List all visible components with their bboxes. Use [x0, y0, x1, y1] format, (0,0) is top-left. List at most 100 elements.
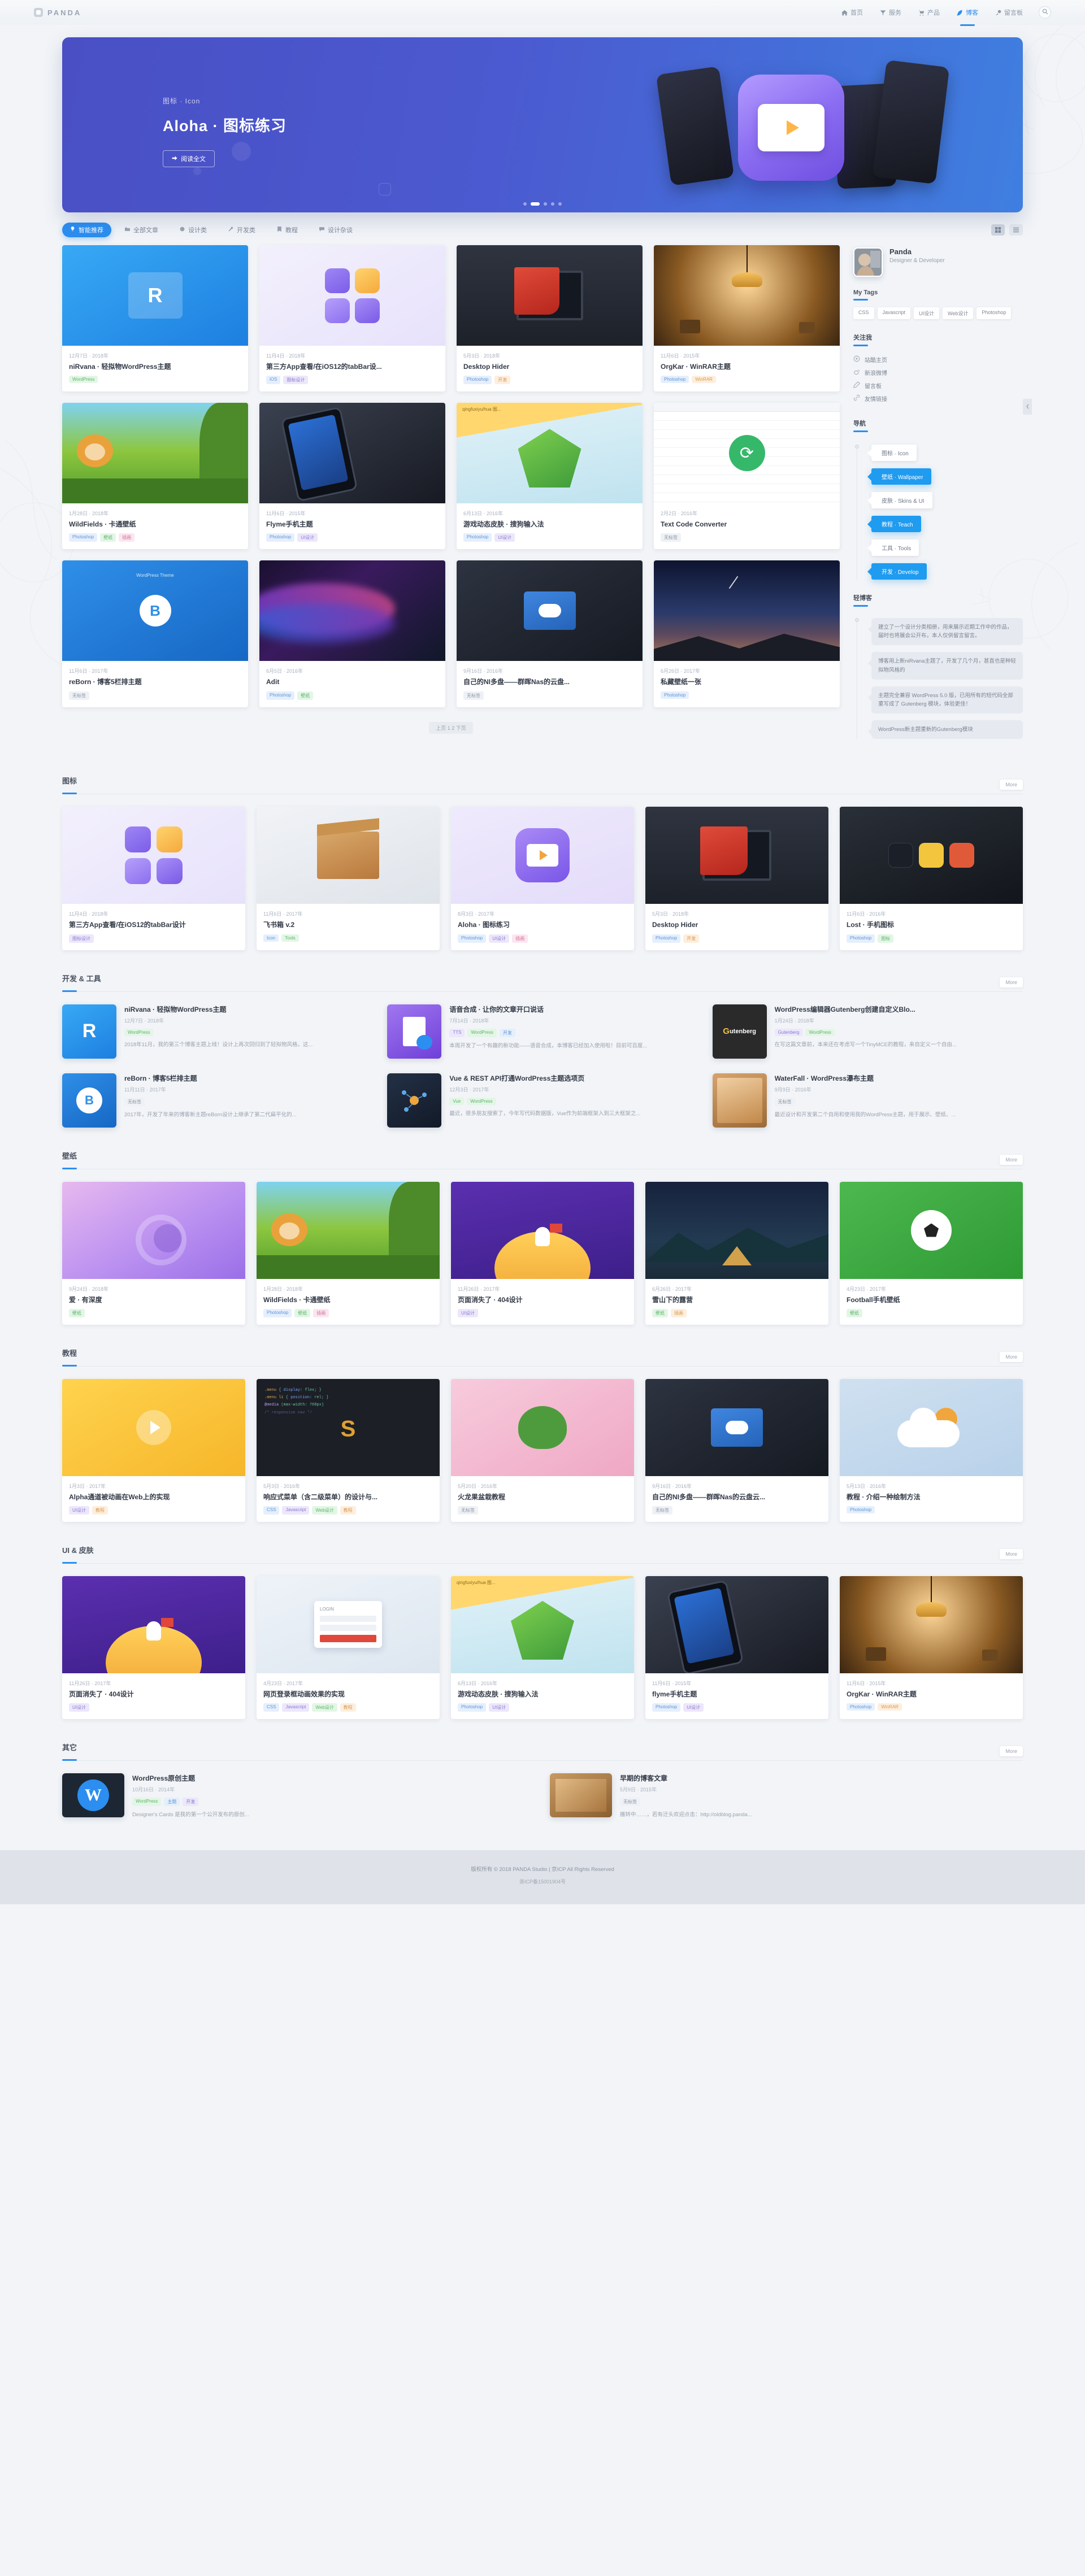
feed-card[interactable]: WordPress Theme B 11月6日 · 2017年 reBorn ·… — [62, 560, 248, 707]
avatar[interactable] — [853, 247, 883, 277]
tag[interactable]: Photoshop — [458, 934, 486, 943]
dot-1[interactable] — [531, 202, 540, 206]
tag[interactable]: 壁纸 — [69, 1309, 85, 1317]
tag[interactable]: 图标设计 — [283, 376, 308, 384]
tag[interactable]: Photoshop — [266, 533, 294, 542]
section-more-link[interactable]: More — [1000, 1352, 1023, 1362]
hero-read-button[interactable]: 阅读全文 — [163, 150, 215, 167]
tag[interactable]: 无标签 — [124, 1098, 145, 1106]
tag[interactable]: WordPress — [467, 1029, 496, 1037]
tag[interactable]: UI设计 — [297, 533, 318, 542]
tag[interactable]: iOS — [266, 376, 280, 384]
section-card[interactable]: 1月3日 · 2017年 Alpha通道被动画在Web上的实现 UI设计 教程 — [62, 1379, 245, 1522]
tag[interactable]: 开发 — [494, 376, 510, 384]
tag[interactable]: Photoshop — [847, 1703, 875, 1711]
tag[interactable]: UI设计 — [69, 1703, 89, 1712]
tag[interactable]: 壁纸 — [652, 1309, 668, 1317]
site-logo[interactable]: PANDA — [34, 8, 81, 17]
tag[interactable]: Photoshop — [458, 1703, 486, 1712]
tag[interactable]: UI设计 — [494, 533, 515, 542]
tag[interactable]: 无标签 — [463, 691, 484, 700]
section-card[interactable]: 9月24日 · 2018年 爱 · 有深度 壁纸 — [62, 1182, 245, 1325]
nav-item-home[interactable]: 首页 — [840, 6, 864, 19]
tag[interactable]: CSS — [263, 1506, 279, 1515]
dot-0[interactable] — [523, 202, 527, 206]
feed-card[interactable]: 11月6日 · 2015年 OrgKar · WinRAR主题 Photosho… — [654, 245, 840, 391]
tag[interactable]: UI设计 — [489, 934, 509, 943]
nav-item-services[interactable]: 服务 — [879, 6, 902, 19]
tag[interactable]: 插画 — [512, 934, 528, 943]
dot-2[interactable] — [544, 202, 547, 206]
tag[interactable]: 壁纸 — [294, 1309, 310, 1317]
nav-item-guestbook[interactable]: 留言板 — [994, 6, 1024, 19]
section-card[interactable]: 11月6日 · 2016年 Lost · 手机图标 Photoshop 图标 — [840, 807, 1023, 950]
section-more-link[interactable]: More — [1000, 1155, 1023, 1165]
filter-chip-all[interactable]: 全部文章 — [117, 223, 166, 237]
section-card[interactable]: LOGIN 4月23日 · 2017年 网页登录框动画效果的实现 CSS Jav… — [257, 1576, 440, 1719]
tag[interactable]: WordPress — [124, 1029, 153, 1036]
grid-view-icon[interactable] — [991, 224, 1005, 236]
tag[interactable]: Tools — [281, 934, 299, 942]
tag[interactable]: Icon — [263, 934, 279, 942]
tag[interactable]: 图标设计 — [69, 934, 94, 943]
tag[interactable]: Photoshop — [661, 376, 689, 383]
tag[interactable]: 主题 — [164, 1798, 180, 1806]
section-card[interactable]: 5月20日 · 2016年 火龙果盆栽教程 无标签 — [451, 1379, 634, 1522]
tag[interactable]: 插画 — [313, 1309, 329, 1317]
tag[interactable]: Photoshop — [652, 934, 680, 943]
nav-item-products[interactable]: 产品 — [917, 6, 941, 19]
feed-card[interactable]: 5月3日 · 2018年 Desktop Hider Photoshop 开发 — [457, 245, 643, 391]
tag[interactable]: Photoshop — [463, 376, 492, 384]
tag[interactable]: 图标 — [878, 934, 893, 943]
tag[interactable]: WinRAR — [878, 1703, 902, 1711]
section-card[interactable]: 4月23日 · 2017年 Football手机壁纸 壁纸 — [840, 1182, 1023, 1325]
hero-carousel-dots[interactable] — [523, 202, 562, 206]
tag[interactable]: UI设计 — [683, 1703, 704, 1712]
feed-card[interactable]: 11月6日 · 2015年 Flyme手机主题 Photoshop UI设计 — [259, 403, 445, 549]
feed-card[interactable]: 6月26日 · 2017年 私藏壁纸一张 Photoshop — [654, 560, 840, 707]
microblog-post[interactable]: 建立了一个设计分类相册，用来展示近期工作中的作品，届时也将展会公开布，本人仅供留… — [871, 618, 1023, 645]
section-card[interactable]: 11月26日 · 2017年 页面消失了 · 404设计 UI设计 — [451, 1182, 634, 1325]
section-card[interactable]: 5月3日 · 2018年 Desktop Hider Photoshop 开发 — [645, 807, 828, 950]
tag[interactable]: 开发 — [500, 1029, 515, 1037]
hero-banner[interactable]: 图标 · Icon Aloha · 图标练习 阅读全文 — [62, 37, 1023, 212]
list-view-icon[interactable] — [1009, 224, 1023, 236]
filter-chip-recommend[interactable]: 智能推荐 — [62, 223, 111, 237]
tag[interactable]: Photoshop — [661, 691, 689, 699]
tag[interactable]: 开发 — [683, 934, 699, 943]
tag[interactable]: Photoshop — [847, 1506, 875, 1513]
tag[interactable]: 无标签 — [652, 1506, 672, 1515]
section-card[interactable]: 11月4日 · 2018年 第三方App查看/在iOS12的tabBar设计 图… — [62, 807, 245, 950]
dev-card[interactable]: Vue & REST API打通WordPress主题选项页 12月3日 · 2… — [387, 1073, 697, 1128]
tag[interactable]: 教程 — [340, 1506, 356, 1515]
tag[interactable]: 无标签 — [458, 1506, 478, 1515]
section-card[interactable]: 11月6日 · 2015年 flyme手机主题 Photoshop UI设计 — [645, 1576, 828, 1719]
tag[interactable]: Vue — [449, 1098, 464, 1105]
tag[interactable]: 壁纸 — [100, 533, 116, 542]
tag[interactable]: Photoshop — [847, 934, 875, 943]
filter-chip-tutorial[interactable]: 教程 — [269, 223, 306, 237]
nav-tag-tools[interactable]: 工具 · Tools — [871, 539, 919, 556]
tag[interactable]: WinRAR — [692, 376, 716, 383]
sidebar-collapse-button[interactable] — [1023, 399, 1032, 415]
tag[interactable]: 壁纸 — [297, 691, 313, 700]
section-card[interactable]: 11月26日 · 2017年 页面消失了 · 404设计 UI设计 — [62, 1576, 245, 1719]
follow-item-weibo[interactable]: 新浪微博 — [853, 366, 1023, 379]
filter-chip-talk[interactable]: 设计杂谈 — [311, 223, 361, 237]
microblog-post[interactable]: 博客用上新niRvana主题了，开发了几个月，甚直也是种轻拟物风格的 — [871, 652, 1023, 679]
tag[interactable]: 教程 — [340, 1703, 356, 1712]
tag-chip[interactable]: UI设计 — [914, 307, 939, 319]
dev-card[interactable]: 语音合成 · 让你的文章开口说话 7月14日 · 2018年 TTS WordP… — [387, 1004, 697, 1059]
tag[interactable]: Photoshop — [263, 1309, 292, 1317]
dev-card[interactable]: Gutenberg WordPress编辑器Gutenberg创建自定义Blo.… — [713, 1004, 1023, 1059]
section-card[interactable]: 8月3日 · 2017年 Aloha · 图标练习 Photoshop UI设计… — [451, 807, 634, 950]
tag[interactable]: Javascript — [282, 1506, 309, 1515]
section-more-link[interactable]: More — [1000, 780, 1023, 790]
section-card[interactable]: qingfuxiyu/hua 图... 6月13日 · 2016年 游戏动态皮肤… — [451, 1576, 634, 1719]
tag[interactable]: UI设计 — [69, 1506, 89, 1515]
tag[interactable]: Javascript — [282, 1703, 309, 1712]
search-button[interactable] — [1039, 6, 1051, 19]
tag[interactable]: Web设计 — [312, 1506, 337, 1515]
section-card[interactable]: 5月13日 · 2016年 教程 · 介绍一种绘制方法 Photoshop — [840, 1379, 1023, 1522]
tag[interactable]: 无标签 — [661, 533, 681, 542]
